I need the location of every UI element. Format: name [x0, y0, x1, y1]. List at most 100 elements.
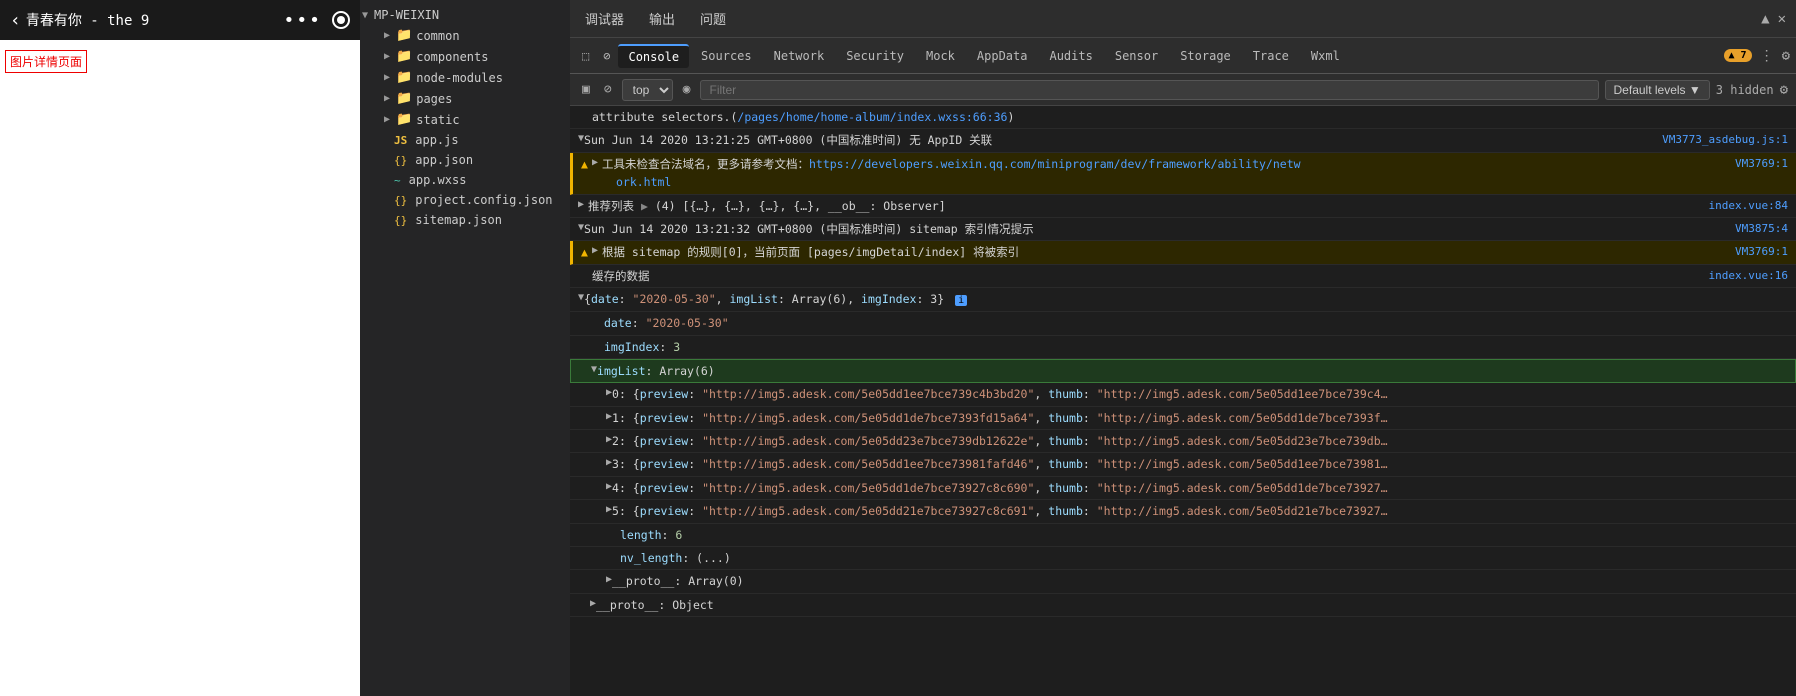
- topbar-output[interactable]: 输出: [644, 7, 680, 30]
- mobile-header-left: ‹ 青春有你 - the 9: [10, 10, 149, 31]
- json-icon: {}: [394, 214, 407, 227]
- filetree-panel: ▼ MP-WEIXIN ▶ 📁 common ▶ 📁 components ▶ …: [360, 0, 570, 696]
- line-source[interactable]: VM3769:1: [1725, 243, 1788, 261]
- mobile-title: 青春有你 - the 9: [26, 10, 149, 30]
- tab-wxml[interactable]: Wxml: [1301, 45, 1350, 67]
- tree-item-common[interactable]: ▶ 📁 common: [360, 25, 570, 46]
- tab-audits[interactable]: Audits: [1039, 45, 1102, 67]
- topbar-up-icon[interactable]: ▲: [1761, 11, 1769, 27]
- folder-arrow: ▶: [384, 30, 390, 41]
- tree-item-appjson[interactable]: {} app.json: [360, 150, 570, 170]
- console-line: ▶ 4: {preview: "http://img5.adesk.com/5e…: [570, 477, 1796, 500]
- line-source[interactable]: VM3773_asdebug.js:1: [1652, 131, 1788, 149]
- json-icon: {}: [394, 154, 407, 167]
- mobile-screen: 图片详情页面: [0, 40, 360, 696]
- expand-arrow[interactable]: ▶: [578, 197, 584, 213]
- filter-input[interactable]: [700, 80, 1598, 100]
- page-label: 图片详情页面: [5, 50, 87, 73]
- tree-item-pages[interactable]: ▶ 📁 pages: [360, 88, 570, 109]
- tree-root: ▼ MP-WEIXIN: [360, 5, 570, 25]
- devtools-panel: 调试器 输出 问题 ▲ ✕ ⬚ ⊘ Console Sources Networ…: [570, 0, 1796, 696]
- line-text: 根据 sitemap 的规则[0]，当前页面 [pages/imgDetail/…: [602, 243, 1725, 261]
- folder-icon: 📁: [396, 112, 412, 127]
- back-icon[interactable]: ‹: [10, 10, 21, 31]
- tree-item-label: components: [416, 50, 488, 64]
- line-source[interactable]: VM3769:1: [1725, 155, 1788, 173]
- topbar-debugger[interactable]: 调试器: [580, 7, 629, 30]
- folder-arrow: ▶: [384, 114, 390, 125]
- tab-security[interactable]: Security: [836, 45, 914, 67]
- topbar-close-icon[interactable]: ✕: [1778, 11, 1786, 27]
- record-icon[interactable]: [332, 11, 350, 29]
- console-settings-icon[interactable]: ⚙: [1780, 82, 1788, 98]
- tree-item-sitemap[interactable]: {} sitemap.json: [360, 210, 570, 230]
- console-line: ▼ Sun Jun 14 2020 13:21:25 GMT+0800 (中国标…: [570, 129, 1796, 152]
- console-clear-icon[interactable]: ⊘: [600, 80, 616, 99]
- more-tabs-icon[interactable]: ⋮: [1760, 48, 1774, 64]
- line-text: 缓存的数据: [592, 267, 1699, 285]
- tab-storage[interactable]: Storage: [1170, 45, 1241, 67]
- warning-link[interactable]: https://developers.weixin.qq.com/minipro…: [809, 157, 1301, 171]
- warning-link-cont[interactable]: ork.html: [616, 175, 671, 189]
- tab-sources[interactable]: Sources: [691, 45, 762, 67]
- tree-item-projectconfig[interactable]: {} project.config.json: [360, 190, 570, 210]
- json-icon: {}: [394, 194, 407, 207]
- line-text: {date: "2020-05-30", imgList: Array(6), …: [584, 290, 1788, 309]
- settings-tab-icon[interactable]: ⚙: [1782, 48, 1790, 64]
- line-text: imgIndex: 3: [604, 338, 1788, 356]
- tab-right-controls: ▲ 7 ⋮ ⚙: [1724, 48, 1791, 64]
- expand-arrow[interactable]: ▶: [592, 243, 598, 259]
- wxss-icon: ~: [394, 174, 401, 187]
- tree-root-arrow[interactable]: ▼: [362, 10, 368, 21]
- mobile-header-right: •••: [283, 10, 350, 31]
- tab-trace[interactable]: Trace: [1243, 45, 1299, 67]
- console-toolbar: ▣ ⊘ top ◉ Default levels ▼ 3 hidden ⚙: [570, 74, 1796, 106]
- line-text: Sun Jun 14 2020 13:21:25 GMT+0800 (中国标准时…: [584, 131, 1652, 149]
- line-text: 3: {preview: "http://img5.adesk.com/5e05…: [612, 455, 1788, 473]
- topbar-issues[interactable]: 问题: [695, 7, 731, 30]
- console-line: ▶ 2: {preview: "http://img5.adesk.com/5e…: [570, 430, 1796, 453]
- tab-sensor[interactable]: Sensor: [1105, 45, 1168, 67]
- console-line: ▼ Sun Jun 14 2020 13:21:32 GMT+0800 (中国标…: [570, 218, 1796, 241]
- warning-badge: ▲ 7: [1724, 49, 1752, 62]
- js-icon: JS: [394, 134, 407, 147]
- line-source[interactable]: VM3875:4: [1725, 220, 1788, 238]
- console-context-select[interactable]: top: [622, 79, 673, 101]
- tree-item-label: app.json: [415, 153, 473, 167]
- tab-appdata[interactable]: AppData: [967, 45, 1038, 67]
- tree-item-appjs[interactable]: JS app.js: [360, 130, 570, 150]
- console-eye-icon[interactable]: ◉: [679, 80, 695, 99]
- mobile-header: ‹ 青春有你 - the 9 •••: [0, 0, 360, 40]
- line-source[interactable]: index.vue:16: [1699, 267, 1788, 285]
- tab-console[interactable]: Console: [618, 44, 689, 68]
- console-line: attribute selectors.(/pages/home/home-al…: [570, 106, 1796, 129]
- console-line: ▶ 0: {preview: "http://img5.adesk.com/5e…: [570, 383, 1796, 406]
- tree-item-node-modules[interactable]: ▶ 📁 node-modules: [360, 67, 570, 88]
- line-text: __proto__: Object: [596, 596, 1788, 614]
- tab-block-icon[interactable]: ⊘: [597, 45, 616, 67]
- line-text: attribute selectors.(/pages/home/home-al…: [592, 108, 1788, 126]
- tree-item-label: pages: [416, 92, 452, 106]
- tree-item-label: sitemap.json: [415, 213, 502, 227]
- devtools-topbar: 调试器 输出 问题 ▲ ✕: [570, 0, 1796, 38]
- tab-select-icon[interactable]: ⬚: [576, 45, 595, 67]
- tab-mock[interactable]: Mock: [916, 45, 965, 67]
- more-icon[interactable]: •••: [283, 10, 322, 31]
- line-text: Sun Jun 14 2020 13:21:32 GMT+0800 (中国标准时…: [584, 220, 1725, 238]
- tree-item-components[interactable]: ▶ 📁 components: [360, 46, 570, 67]
- line-source[interactable]: index.vue:84: [1699, 197, 1788, 215]
- line-text: 1: {preview: "http://img5.adesk.com/5e05…: [612, 409, 1788, 427]
- expand-arrow[interactable]: ▶: [592, 155, 598, 171]
- console-line: ▶ __proto__: Object: [570, 594, 1796, 617]
- tree-item-static[interactable]: ▶ 📁 static: [360, 109, 570, 130]
- tab-network[interactable]: Network: [764, 45, 835, 67]
- levels-dropdown[interactable]: Default levels ▼: [1605, 80, 1710, 100]
- warn-icon: ▲: [581, 155, 588, 173]
- console-sidebar-icon[interactable]: ▣: [578, 80, 594, 99]
- line-text: nv_length: (...): [620, 549, 1788, 567]
- source-link[interactable]: /pages/home/home-album/index.wxss:66:36: [737, 110, 1007, 124]
- line-text: 工具未检查合法域名，更多请参考文档：https://developers.wei…: [602, 155, 1725, 192]
- line-text: 2: {preview: "http://img5.adesk.com/5e05…: [612, 432, 1788, 450]
- line-text: date: "2020-05-30": [604, 314, 1788, 332]
- tree-item-appwxss[interactable]: ~ app.wxss: [360, 170, 570, 190]
